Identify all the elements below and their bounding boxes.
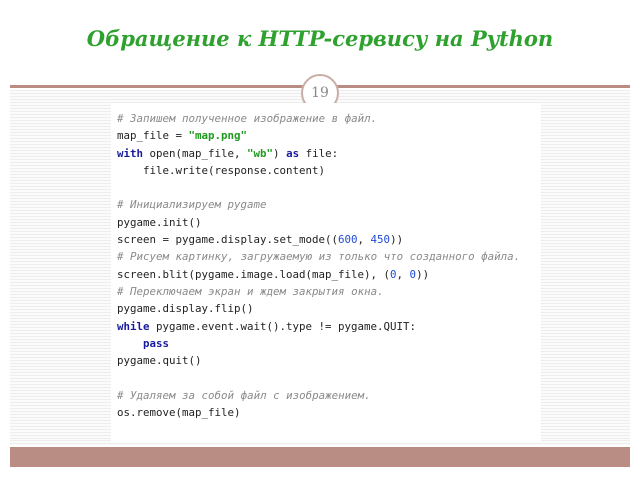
code-token: загружаемую (240, 250, 313, 264)
code-line: pygame.quit() (117, 352, 541, 369)
code-token: Переключаем (130, 284, 202, 298)
code-token: # (117, 388, 131, 402)
code-token: file: (299, 146, 339, 160)
code-line: os.remove(map_file) (117, 404, 541, 421)
code-token: Удаляем (130, 388, 176, 402)
code-token: open(map_file, (143, 146, 248, 160)
code-token: as (286, 146, 300, 160)
code-token: os.remove(map_file) (117, 406, 241, 420)
code-line: # Инициализируем pygame (117, 196, 541, 213)
code-token: закрытия (292, 284, 345, 298)
code-token: file.write(response.content) (117, 163, 326, 177)
code-token: Рисуем (130, 250, 170, 264)
code-token: "map.png" (188, 129, 248, 143)
code-token: файла (481, 250, 514, 264)
code-token: pygame.display.flip() (117, 302, 254, 316)
code-block: # Запишем полученное изображение в файл.… (111, 103, 541, 443)
code-token: изображением (286, 388, 365, 402)
code-line: # Рисуем картинку, загружаемую из только… (117, 248, 541, 265)
code-token: pygame.event.wait().type != pygame.QUIT: (149, 319, 417, 333)
code-line: screen.blit(pygame.image.load(map_file),… (117, 266, 541, 283)
code-token: # (117, 198, 131, 212)
code-token: за (175, 388, 202, 402)
code-token: . (370, 112, 378, 125)
code-token: "wb" (247, 146, 274, 160)
code-line: pygame.display.flip() (117, 300, 541, 317)
code-token: with (117, 146, 144, 160)
code-line: while pygame.event.wait().type != pygame… (117, 318, 541, 335)
code-token: , (227, 250, 241, 264)
code-token: , (396, 267, 410, 281)
code-token: только (338, 250, 378, 264)
code-token: ) (273, 146, 287, 160)
slide-title: Обращение к HTTP-сервису на Python (86, 26, 554, 51)
code-token: screen.blit(pygame.image.load(map_file),… (117, 267, 391, 281)
code-line: # Запишем полученное изображение в файл. (117, 110, 541, 127)
code-token: 600 (338, 233, 358, 247)
code-token: )) (416, 267, 430, 281)
code-token: из (312, 250, 339, 264)
code-token: pygame.quit() (117, 354, 202, 368)
code-token: Инициализируем (130, 198, 222, 212)
code-token: . (364, 388, 371, 402)
code-token: что (377, 250, 410, 264)
code-line: pass (117, 335, 541, 352)
code-token: Запишем (130, 112, 176, 125)
code-token: изображение (253, 112, 326, 125)
code-line: file.write(response.content) (117, 162, 541, 179)
code-token: while (117, 319, 150, 333)
code-token: созданного (409, 250, 475, 264)
code-line: # Удаляем за собой файл с изображением. (117, 387, 541, 404)
code-token: )) (390, 233, 404, 247)
code-line: with open(map_file, "wb") as file: (117, 145, 541, 162)
code-token: файл (344, 112, 371, 125)
code-token: pygame.init() (117, 215, 202, 229)
code-token: # (117, 284, 131, 298)
code-token: с (266, 388, 287, 402)
code-line: screen = pygame.display.set_mode((600, 4… (117, 231, 541, 248)
code-line: # Переключаем экран и ждем закрытия окна… (117, 283, 541, 300)
page-number: 19 (311, 85, 329, 101)
code-line: map_file = "map.png" (117, 127, 541, 144)
code-token: pygame (221, 198, 267, 212)
code-token: . (513, 250, 521, 264)
code-token: screen = pygame.display.set_mode(( (117, 233, 339, 247)
code-token: # (117, 250, 131, 264)
code-token: map_file = (117, 129, 189, 143)
code-token: , (357, 233, 371, 247)
code-token: экран и ждем (201, 284, 293, 298)
code-token: 450 (370, 233, 391, 247)
code-token: файл (240, 388, 267, 402)
code-token: собой (201, 388, 235, 402)
code-token: в (325, 112, 345, 125)
code-token: полученное (182, 112, 248, 125)
code-line: pygame.init() (117, 214, 541, 231)
footer-bar (10, 447, 630, 467)
code-token: окна. (344, 284, 384, 298)
code-token: pass (143, 336, 170, 350)
code-token: картинку (175, 250, 228, 264)
code-token: # (117, 112, 131, 125)
